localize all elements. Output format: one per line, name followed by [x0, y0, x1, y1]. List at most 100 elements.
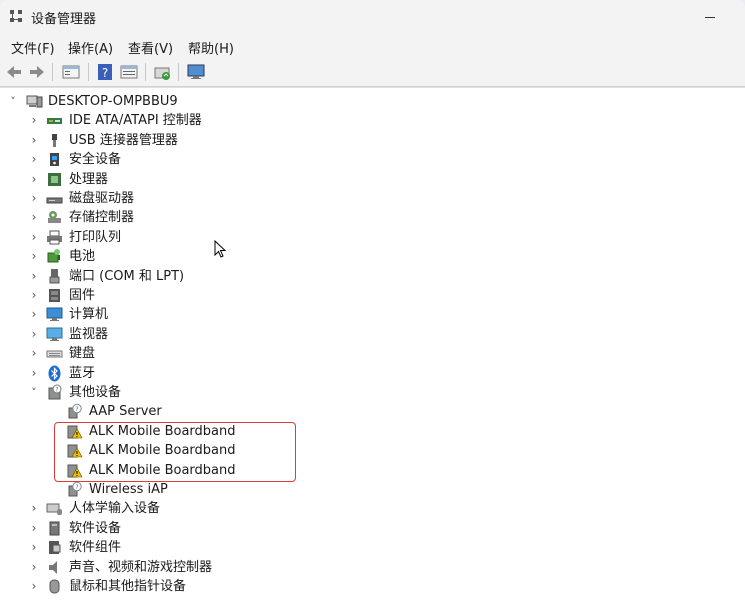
- tree-item-label: 软件设备: [69, 520, 122, 536]
- device-manager-app-icon: [10, 10, 22, 22]
- tree-category[interactable]: › 固件: [0, 286, 745, 305]
- toolbar: ?: [0, 58, 745, 87]
- tree-item-label: 声音、视频和游戏控制器: [69, 559, 213, 575]
- chevron-right-icon[interactable]: ›: [29, 305, 39, 324]
- chevron-right-icon[interactable]: ›: [29, 286, 39, 305]
- battery-icon: [46, 248, 63, 265]
- device-manager-window: 设备管理器 文件(F) 操作(A) 查看(V) 帮助(H) ? ˅ DESKTO…: [0, 0, 745, 600]
- window-title: 设备管理器: [31, 12, 97, 27]
- tree-category[interactable]: › 软件设备: [0, 519, 745, 538]
- tree-category[interactable]: › 蓝牙: [0, 364, 745, 383]
- menu-view[interactable]: 查看(V): [128, 38, 173, 57]
- processor-icon: [46, 171, 63, 188]
- chevron-down-icon[interactable]: ˅: [29, 383, 39, 402]
- tree-root[interactable]: ˅ DESKTOP-OMPBBU9: [0, 92, 745, 111]
- tree-item-label: 计算机: [69, 307, 109, 323]
- update-driver-icon[interactable]: [152, 62, 172, 82]
- tree-category[interactable]: › 软件组件: [0, 538, 745, 557]
- disk-drive-icon: [46, 190, 63, 207]
- tree-item-label: 端口 (COM 和 LPT): [69, 268, 185, 284]
- firmware-icon: [46, 287, 63, 304]
- tree-item-label: 键盘: [69, 346, 96, 362]
- tree-category[interactable]: › 人体学输入设备: [0, 499, 745, 518]
- chevron-right-icon[interactable]: ›: [29, 228, 39, 247]
- svg-text:?: ?: [75, 406, 78, 413]
- chevron-right-icon[interactable]: ›: [29, 364, 39, 383]
- menu-file[interactable]: 文件(F): [11, 38, 55, 57]
- mouse-icon: [46, 578, 63, 595]
- chevron-right-icon[interactable]: ›: [29, 111, 39, 130]
- menu-help[interactable]: 帮助(H): [188, 38, 234, 57]
- view-icon[interactable]: [119, 62, 139, 82]
- tree-item-label: 软件组件: [69, 540, 122, 556]
- chevron-right-icon[interactable]: ›: [29, 189, 39, 208]
- port-icon: [46, 268, 63, 285]
- chevron-right-icon[interactable]: ›: [29, 131, 39, 150]
- properties-icon[interactable]: [61, 62, 81, 82]
- chevron-right-icon[interactable]: ›: [29, 208, 39, 227]
- forward-arrow-icon[interactable]: [27, 62, 47, 82]
- tree-category[interactable]: › 声音、视频和游戏控制器: [0, 558, 745, 577]
- bluetooth-icon: [46, 365, 63, 382]
- chevron-right-icon[interactable]: ›: [29, 519, 39, 538]
- tree-category[interactable]: › USB 连接器管理器: [0, 131, 745, 150]
- tree-category[interactable]: › 处理器: [0, 170, 745, 189]
- tree-item-label: 鼠标和其他指针设备: [69, 579, 187, 594]
- help-icon[interactable]: ?: [95, 62, 115, 82]
- storage-controller-icon: [46, 209, 63, 226]
- chevron-right-icon[interactable]: ›: [29, 170, 39, 189]
- keyboard-icon: [46, 345, 63, 362]
- chevron-right-icon[interactable]: ›: [29, 150, 39, 169]
- tree-item-label: 监视器: [69, 326, 109, 342]
- tree-category[interactable]: › 磁盘驱动器: [0, 189, 745, 208]
- minimize-button[interactable]: [697, 4, 723, 28]
- tree-category[interactable]: › 端口 (COM 和 LPT): [0, 267, 745, 286]
- tree-category-other-devices[interactable]: ˅? 其他设备: [0, 383, 745, 402]
- hid-icon: [46, 500, 63, 517]
- chevron-right-icon[interactable]: ›: [29, 558, 39, 577]
- back-arrow-icon[interactable]: [4, 62, 24, 82]
- mouse-cursor-icon: [214, 240, 227, 258]
- toolbar-separator: [145, 63, 146, 81]
- tree-category[interactable]: › 键盘: [0, 344, 745, 363]
- software-device-icon: [46, 520, 63, 537]
- tree-category[interactable]: › 安全设备: [0, 150, 745, 169]
- device-tree: ˅ DESKTOP-OMPBBU9 › IDE ATA/ATAPI 控制器 › USB 连…: [0, 87, 745, 600]
- tree-device[interactable]: ? Wireless iAP: [0, 480, 745, 499]
- chevron-down-icon[interactable]: ˅: [8, 92, 18, 111]
- chevron-right-icon[interactable]: ›: [29, 577, 39, 596]
- menu-action[interactable]: 操作(A): [68, 38, 113, 57]
- tree-item-label: DESKTOP-OMPBBU9: [48, 94, 178, 109]
- toolbar-separator: [52, 63, 53, 81]
- tree-item-label: 其他设备: [69, 385, 122, 400]
- chevron-right-icon[interactable]: ›: [29, 325, 39, 344]
- tree-category[interactable]: › 监视器: [0, 325, 745, 344]
- computer-root-icon: [26, 93, 43, 110]
- chevron-right-icon[interactable]: ›: [29, 344, 39, 363]
- security-device-icon: [46, 151, 63, 168]
- tree-item-label: USB 连接器管理器: [69, 132, 178, 148]
- menu-bar: 文件(F) 操作(A) 查看(V) 帮助(H): [0, 34, 745, 58]
- scan-hardware-icon[interactable]: [186, 62, 206, 82]
- unknown-device-icon: ?: [66, 403, 83, 420]
- tree-category[interactable]: › IDE ATA/ATAPI 控制器: [0, 111, 745, 130]
- chevron-right-icon[interactable]: ›: [29, 267, 39, 286]
- tree-item-label: Wireless iAP: [89, 482, 168, 497]
- tree-item-label: 处理器: [69, 171, 109, 187]
- sound-icon: [46, 559, 63, 576]
- tree-category[interactable]: › 打印队列: [0, 228, 745, 247]
- ide-controller-icon: [46, 112, 63, 129]
- title-bar: 设备管理器: [0, 0, 745, 32]
- tree-item-label: 蓝牙: [69, 365, 96, 381]
- tree-category[interactable]: › 鼠标和其他指针设备: [0, 577, 745, 596]
- tree-device[interactable]: ? AAP Server: [0, 402, 745, 421]
- tree-category[interactable]: › 电池: [0, 247, 745, 266]
- tree-category[interactable]: › 存储控制器: [0, 208, 745, 227]
- chevron-right-icon[interactable]: ›: [29, 538, 39, 557]
- tree-item-label: 人体学输入设备: [69, 501, 161, 517]
- chevron-right-icon[interactable]: ›: [29, 499, 39, 518]
- tree-category[interactable]: › 计算机: [0, 305, 745, 324]
- chevron-right-icon[interactable]: ›: [29, 247, 39, 266]
- tree-item-label: AAP Server: [89, 404, 162, 420]
- usb-icon: [46, 132, 63, 149]
